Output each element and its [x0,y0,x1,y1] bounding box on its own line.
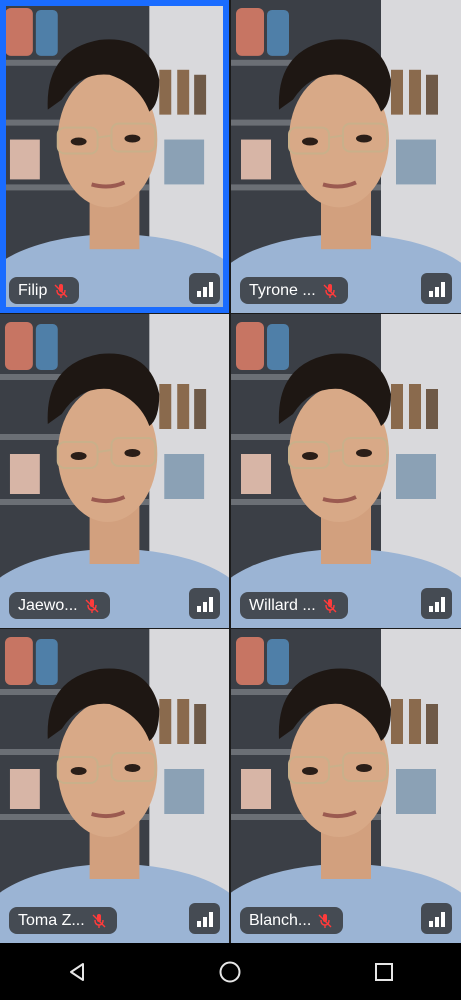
home-circle-icon [219,961,241,982]
home-button[interactable] [206,948,254,996]
mic-off-icon [54,283,68,298]
participant-name-pill: Blanch... [240,907,344,934]
video-feed [0,629,229,943]
mic-off-icon [323,283,337,298]
mic-off-icon [318,913,332,928]
signal-bars-icon [196,596,213,612]
participant-name: Tyrone ... [249,281,316,299]
video-feed [231,629,461,943]
participant-name-pill: Willard ... [240,592,348,619]
participant-tile[interactable]: Tyrone ... [231,0,461,313]
participant-tile[interactable]: Willard ... [231,314,461,628]
participant-name: Jaewo... [18,596,78,614]
recents-square-icon [375,962,394,981]
connection-quality-button[interactable] [189,903,220,934]
video-feed [0,314,229,628]
mic-off-icon [92,913,106,928]
video-feed [231,0,461,313]
video-feed [0,0,229,313]
participant-name-pill: Filip [9,277,80,304]
participant-name-pill: Jaewo... [9,592,110,619]
video-grid: Filip Tyrone ... Jaewo... Willard ... To… [0,0,461,943]
participant-tile[interactable]: Filip [0,0,229,313]
back-triangle-icon [69,962,84,981]
participant-name: Toma Z... [18,911,85,929]
signal-bars-icon [428,281,445,297]
mic-off-icon [85,598,99,613]
video-feed [231,314,461,628]
connection-quality-button[interactable] [421,903,452,934]
android-navigation-bar [0,943,461,1000]
mic-off-icon [323,598,337,613]
participant-name: Blanch... [249,911,312,929]
connection-quality-button[interactable] [189,273,220,304]
participant-tile[interactable]: Jaewo... [0,314,229,628]
participant-name: Willard ... [249,596,316,614]
back-button[interactable] [53,948,101,996]
connection-quality-button[interactable] [421,588,452,619]
recents-button[interactable] [360,948,408,996]
signal-bars-icon [428,596,445,612]
signal-bars-icon [196,911,213,927]
participant-tile[interactable]: Toma Z... [0,629,229,943]
participant-name-pill: Tyrone ... [240,277,348,304]
connection-quality-button[interactable] [189,588,220,619]
participant-name: Filip [18,281,48,299]
connection-quality-button[interactable] [421,273,452,304]
signal-bars-icon [196,281,213,297]
participant-name-pill: Toma Z... [9,907,117,934]
participant-tile[interactable]: Blanch... [231,629,461,943]
signal-bars-icon [428,911,445,927]
